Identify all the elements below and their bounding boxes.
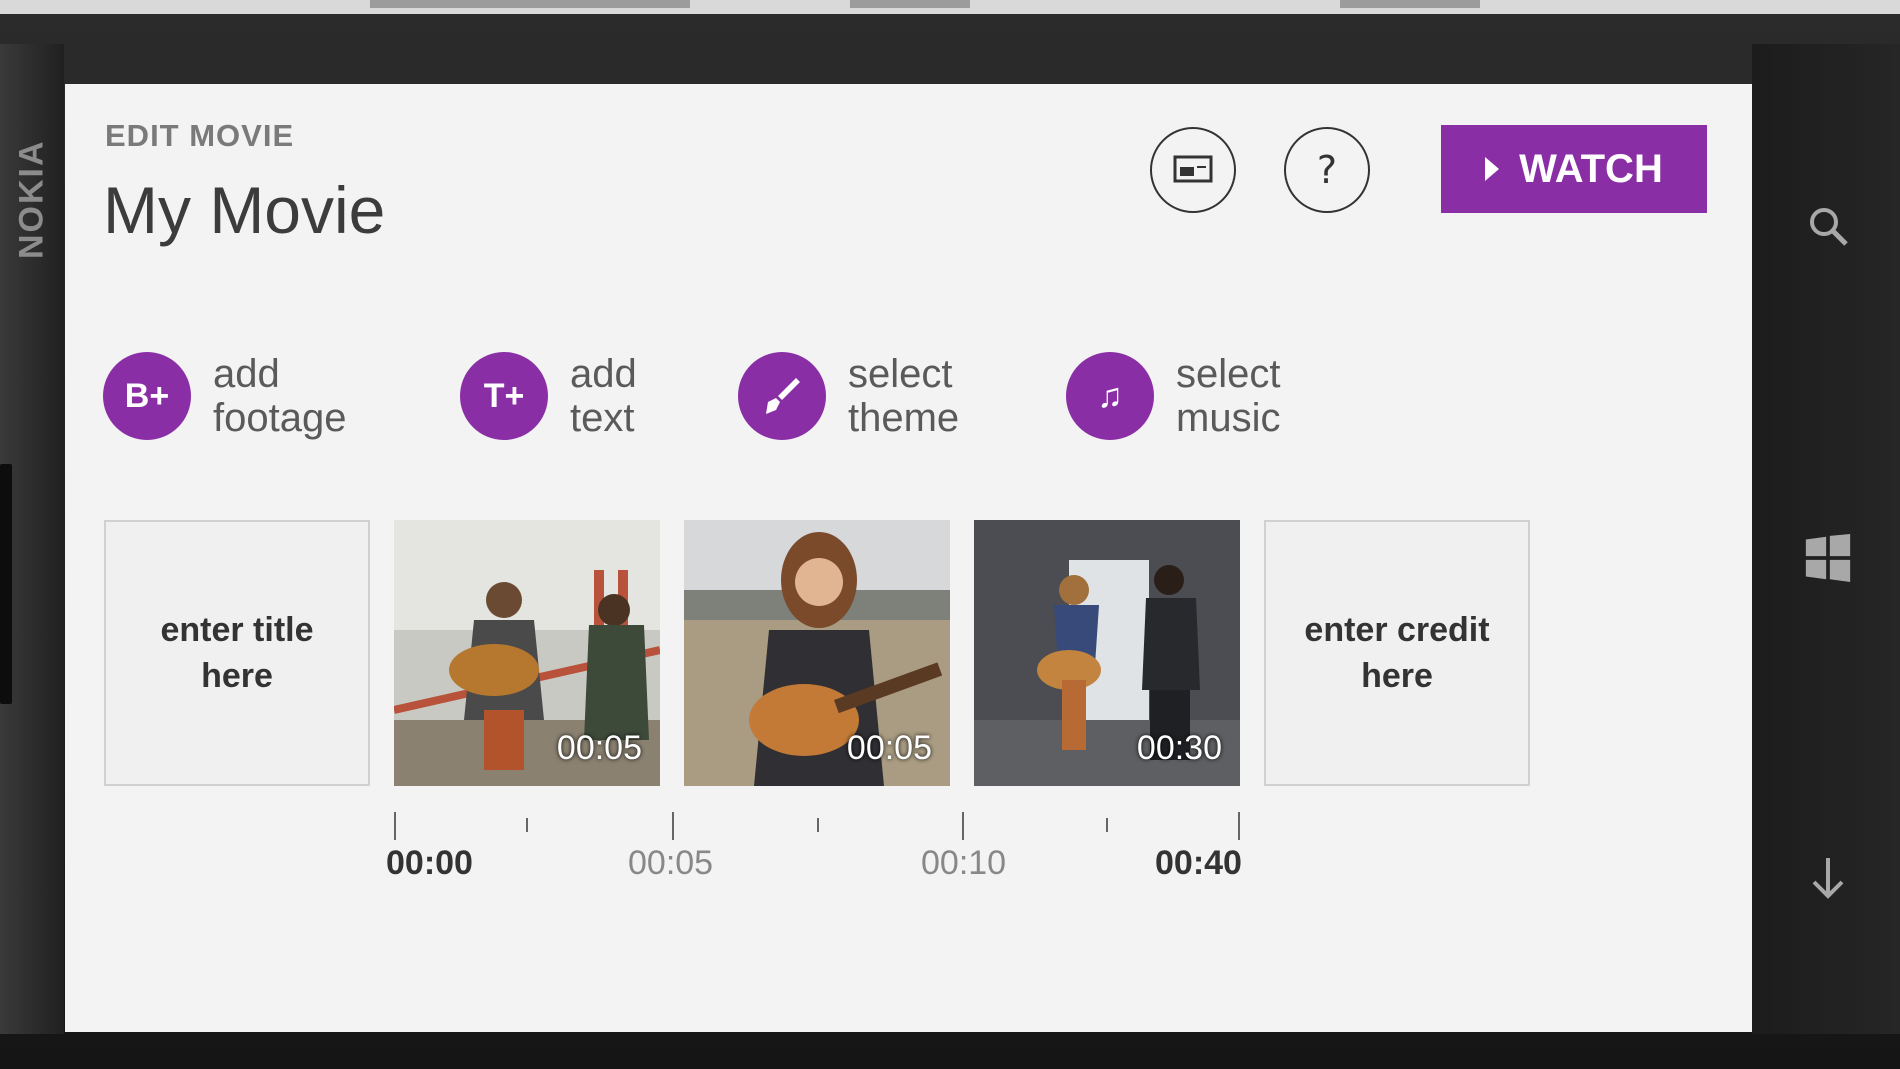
clip-duration: 00:05 bbox=[846, 729, 932, 767]
page-kicker: EDIT MOVIE bbox=[105, 118, 295, 153]
side-key bbox=[0, 464, 12, 704]
timeline-tick-minor bbox=[526, 818, 528, 832]
timeline-tick-major bbox=[962, 812, 964, 840]
play-icon bbox=[1485, 157, 1500, 181]
top-strip bbox=[0, 0, 1900, 14]
timeline-label: 00:00 bbox=[386, 844, 473, 882]
timeline-tick-minor bbox=[1106, 818, 1108, 832]
windows-start-icon[interactable] bbox=[1804, 534, 1852, 582]
select-theme-button[interactable]: select theme bbox=[738, 352, 959, 440]
brand-logo: NOKIA bbox=[12, 139, 51, 259]
help-button[interactable]: ? bbox=[1284, 127, 1370, 213]
paintbrush-icon bbox=[738, 352, 826, 440]
back-arrow-icon[interactable] bbox=[1804, 854, 1852, 902]
add-text-button[interactable]: T+ add text bbox=[460, 352, 637, 440]
action-label: add footage bbox=[213, 352, 347, 440]
clip-duration: 00:30 bbox=[1136, 729, 1222, 767]
timeline-label: 00:05 bbox=[628, 844, 714, 882]
timeline-label: 00:10 bbox=[921, 844, 1007, 882]
action-label: select music bbox=[1176, 352, 1281, 440]
timeline-label: 00:40 bbox=[1155, 844, 1242, 882]
credit-tile[interactable]: enter credit here bbox=[1264, 520, 1530, 786]
timeline-tick-major bbox=[672, 812, 674, 840]
add-footage-button[interactable]: B+ add footage bbox=[103, 352, 346, 440]
add-footage-icon: B+ bbox=[103, 352, 191, 440]
top-strip-segment bbox=[1340, 0, 1480, 8]
page-title[interactable]: My Movie bbox=[103, 172, 385, 248]
search-icon[interactable] bbox=[1804, 202, 1852, 250]
music-note-icon: ♫ bbox=[1066, 352, 1154, 440]
select-music-button[interactable]: ♫ select music bbox=[1066, 352, 1281, 440]
watch-button[interactable]: WATCH bbox=[1441, 125, 1707, 213]
video-clip-2[interactable]: 00:05 bbox=[684, 520, 950, 786]
app-screen: EDIT MOVIE My Movie ? WATCH B+ add footag… bbox=[65, 84, 1752, 1032]
clip-duration: 00:05 bbox=[556, 729, 642, 767]
timeline-tick-major bbox=[394, 812, 396, 840]
top-strip-segment bbox=[850, 0, 970, 8]
watch-label: WATCH bbox=[1519, 146, 1663, 191]
video-clip-3[interactable]: 00:30 bbox=[974, 520, 1240, 786]
timeline-tick-major bbox=[1238, 812, 1240, 840]
add-text-icon: T+ bbox=[460, 352, 548, 440]
action-label: add text bbox=[570, 352, 637, 440]
top-strip-segment bbox=[370, 0, 690, 8]
video-clip-1[interactable]: 00:05 bbox=[394, 520, 660, 786]
project-to-screen-button[interactable] bbox=[1150, 127, 1236, 213]
screen-cast-icon bbox=[1173, 155, 1213, 183]
title-tile[interactable]: enter title here bbox=[104, 520, 370, 786]
timeline-tick-minor bbox=[817, 818, 819, 832]
phone-left-bezel: NOKIA bbox=[0, 44, 64, 1034]
phone-right-bezel bbox=[1752, 44, 1900, 1034]
phone-frame: NOKIA EDIT MOVIE My Movie ? WATCH B+ add… bbox=[0, 14, 1900, 1069]
help-icon: ? bbox=[1316, 148, 1338, 192]
action-label: select theme bbox=[848, 352, 960, 440]
